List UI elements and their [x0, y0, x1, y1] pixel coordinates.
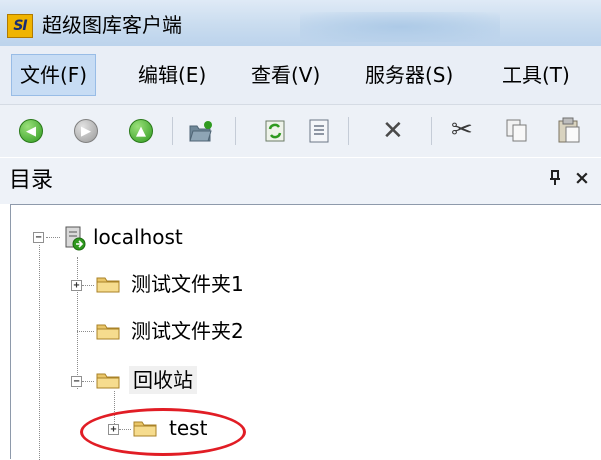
title-bar: SI 超级图库客户端	[0, 0, 601, 46]
document-list-icon	[309, 119, 329, 143]
server-icon	[65, 226, 86, 251]
collapse-toggle[interactable]: −	[33, 232, 44, 243]
paste-button[interactable]	[552, 113, 586, 149]
tree-connector	[39, 245, 40, 460]
tree-item-recycle-bin[interactable]: 回收站	[129, 366, 197, 394]
menu-bar: 文件(F) 编辑(E) 查看(V) 服务器(S) 工具(T)	[0, 46, 601, 105]
toolbar-separator	[431, 117, 432, 145]
menu-view[interactable]: 查看(V)	[243, 54, 328, 96]
menu-server[interactable]: 服务器(S)	[357, 54, 461, 96]
scissors-icon: ✂	[451, 115, 473, 145]
folder-icon	[96, 373, 120, 389]
tree-connector	[46, 237, 60, 238]
properties-button[interactable]	[302, 113, 336, 149]
tree-connector	[82, 381, 94, 382]
tree-item-folder1[interactable]: 测试文件夹1	[131, 270, 244, 298]
panel-title: 目录	[9, 168, 54, 193]
expand-toggle[interactable]: +	[71, 280, 82, 291]
folder-icon	[96, 324, 120, 340]
back-arrow-icon: ◀	[19, 119, 43, 143]
panel-header: 目录 ×	[0, 158, 601, 204]
back-button[interactable]: ◀	[14, 113, 48, 149]
title-bar-glow	[300, 12, 500, 42]
menu-file[interactable]: 文件(F)	[11, 54, 97, 96]
up-button[interactable]: ▲	[124, 113, 158, 149]
menu-tools[interactable]: 工具(T)	[494, 54, 578, 96]
toolbar: ◀ ▶ ▲ ✕ ✂	[0, 105, 601, 157]
tree-item-folder2[interactable]: 测试文件夹2	[131, 317, 244, 345]
folder-icon	[96, 277, 120, 293]
folder-open-icon	[189, 121, 212, 142]
copy-icon	[506, 119, 527, 142]
toolbar-separator	[235, 117, 236, 145]
window-title: 超级图库客户端	[42, 13, 182, 37]
forward-arrow-icon: ▶	[74, 119, 98, 143]
delete-button[interactable]: ✕	[378, 113, 412, 149]
delete-x-icon: ✕	[382, 116, 404, 146]
refresh-button[interactable]	[258, 113, 292, 149]
tree-connector	[77, 331, 94, 332]
toolbar-separator	[348, 117, 349, 145]
app-logo-icon: SI	[7, 14, 33, 38]
open-folder-button[interactable]	[184, 113, 218, 149]
tree-connector	[82, 285, 94, 286]
pin-icon[interactable]	[549, 170, 561, 190]
tree-root-label[interactable]: localhost	[93, 223, 183, 251]
toolbar-separator	[172, 117, 173, 145]
collapse-toggle[interactable]: −	[71, 376, 82, 387]
tree-connector	[77, 257, 78, 389]
menu-edit[interactable]: 编辑(E)	[130, 54, 214, 96]
copy-button[interactable]	[500, 113, 534, 149]
forward-button[interactable]: ▶	[69, 113, 103, 149]
up-arrow-icon: ▲	[129, 119, 153, 143]
cut-button[interactable]: ✂	[448, 113, 482, 149]
highlight-annotation	[80, 408, 246, 456]
pin-glyph	[550, 170, 560, 185]
close-panel-icon[interactable]: ×	[574, 167, 590, 189]
paste-icon	[558, 117, 580, 143]
refresh-icon	[265, 120, 285, 142]
